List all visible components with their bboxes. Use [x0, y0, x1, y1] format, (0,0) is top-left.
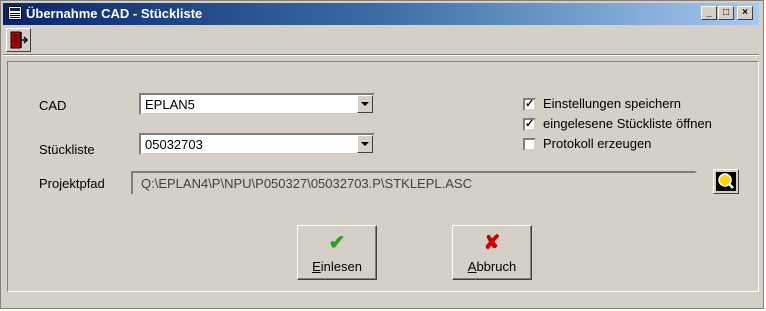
abbruch-label: Abbruch: [467, 259, 517, 274]
cad-combobox[interactable]: EPLAN5: [139, 93, 375, 115]
cad-value: EPLAN5: [145, 97, 195, 112]
close-button[interactable]: ×: [737, 6, 753, 20]
red-x-icon: ✘: [483, 232, 501, 254]
protokoll-checkbox[interactable]: [523, 138, 536, 151]
protokoll-label[interactable]: Protokoll erzeugen: [543, 136, 651, 151]
einlesen-button[interactable]: ✔ Einlesen: [297, 225, 377, 280]
stueckliste-label: Stückliste: [39, 142, 95, 157]
browse-button[interactable]: [713, 169, 739, 194]
cad-label: CAD: [39, 98, 67, 113]
stueckliste-value: 05032703: [145, 137, 203, 152]
exit-button[interactable]: [6, 28, 31, 52]
einstellungen-checkbox[interactable]: ✓: [523, 98, 536, 111]
window-title: Übernahme CAD - Stückliste: [26, 6, 203, 21]
minimize-button[interactable]: _: [701, 6, 717, 20]
title-bar[interactable]: Übernahme CAD - Stückliste _ □ ×: [3, 3, 759, 25]
exit-door-icon: [10, 31, 29, 49]
einstellungen-label[interactable]: Einstellungen speichern: [543, 96, 681, 111]
projektpfad-field: Q:\EPLAN4\P\NPU\P050327\05032703.P\STKLE…: [131, 171, 697, 195]
stueckliste-oeffnen-checkbox[interactable]: ✓: [523, 118, 536, 131]
chevron-down-icon[interactable]: [357, 95, 373, 113]
maximize-button[interactable]: □: [718, 6, 734, 20]
stueckliste-oeffnen-label[interactable]: eingelesene Stückliste öffnen: [543, 116, 712, 131]
magnifier-icon: [716, 172, 736, 191]
chevron-down-icon[interactable]: [357, 135, 373, 153]
form-icon: [8, 6, 22, 20]
einlesen-label: Einlesen: [312, 259, 362, 274]
projektpfad-label: Projektpfad: [39, 176, 105, 191]
green-check-icon: ✔: [328, 232, 346, 254]
toolbar-separator: [3, 54, 759, 56]
stueckliste-combobox[interactable]: 05032703: [139, 133, 375, 155]
abbruch-button[interactable]: ✘ Abbruch: [452, 225, 532, 280]
projektpfad-value: Q:\EPLAN4\P\NPU\P050327\05032703.P\STKLE…: [141, 176, 472, 191]
dialog-window: Übernahme CAD - Stückliste _ □ × CAD EPL…: [0, 0, 764, 309]
